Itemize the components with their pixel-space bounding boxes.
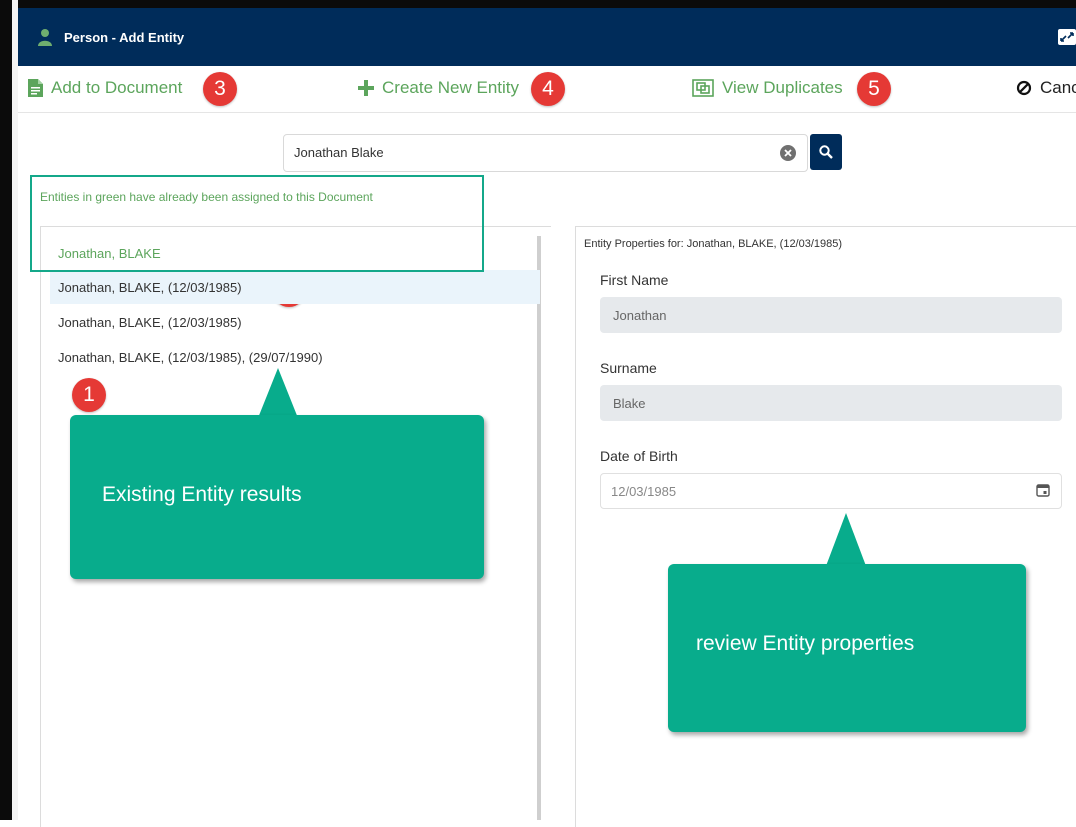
callout-right-text: review Entity properties: [696, 632, 915, 655]
clear-icon[interactable]: [780, 145, 796, 161]
step-badge-3: 3: [203, 72, 237, 106]
step-badge-5: 5: [857, 72, 891, 106]
dialog-title-bar: Person - Add Entity: [18, 8, 1076, 66]
search-input[interactable]: [284, 135, 774, 169]
result-item-selected[interactable]: Jonathan, BLAKE, (12/03/1985): [50, 270, 540, 304]
callout-left-text: Existing Entity results: [102, 483, 302, 506]
dialog-title: Person - Add Entity: [64, 29, 185, 45]
callout-right-pointer: [826, 513, 866, 566]
document-icon: [28, 79, 43, 97]
create-new-entity-label: Create New Entity: [382, 78, 519, 97]
screen-border-left: [0, 0, 12, 820]
properties-heading: Entity Properties for: Jonathan, BLAKE, …: [584, 238, 843, 250]
dob-field[interactable]: 12/03/1985: [600, 473, 1062, 509]
search-box: [283, 134, 808, 172]
calendar-icon[interactable]: [1036, 483, 1050, 497]
first-name-field: Jonathan: [600, 297, 1062, 333]
callout-left-pointer: [258, 368, 298, 418]
search-icon: [819, 145, 833, 159]
window-maximize-icon[interactable]: [1058, 29, 1076, 45]
add-to-document-label: Add to Document: [51, 78, 183, 97]
view-duplicates-label: View Duplicates: [722, 78, 843, 97]
person-icon: [38, 29, 52, 46]
surname-label: Surname: [600, 360, 657, 376]
cancel-label: Canc: [1040, 78, 1076, 97]
background-strip: [12, 0, 18, 820]
step-badge-4: 4: [531, 72, 565, 106]
cancel-button[interactable]: Canc: [1016, 78, 1076, 98]
view-duplicates-button[interactable]: View Duplicates: [692, 78, 843, 98]
duplicates-icon: [692, 79, 714, 97]
highlight-frame: [30, 175, 484, 272]
callout-review-entity-properties: review Entity properties: [668, 564, 1026, 732]
search-button[interactable]: [810, 134, 842, 170]
dob-label: Date of Birth: [600, 448, 678, 464]
surname-field: Blake: [600, 385, 1062, 421]
callout-existing-entity-results: Existing Entity results: [70, 415, 484, 579]
screen-border-top: [0, 0, 1076, 8]
ban-icon: [1016, 80, 1032, 96]
plus-icon: [358, 80, 374, 96]
create-new-entity-button[interactable]: Create New Entity: [358, 78, 519, 98]
result-item[interactable]: Jonathan, BLAKE, (12/03/1985): [50, 305, 540, 339]
first-name-label: First Name: [600, 272, 669, 288]
add-to-document-button[interactable]: Add to Document: [28, 78, 182, 98]
